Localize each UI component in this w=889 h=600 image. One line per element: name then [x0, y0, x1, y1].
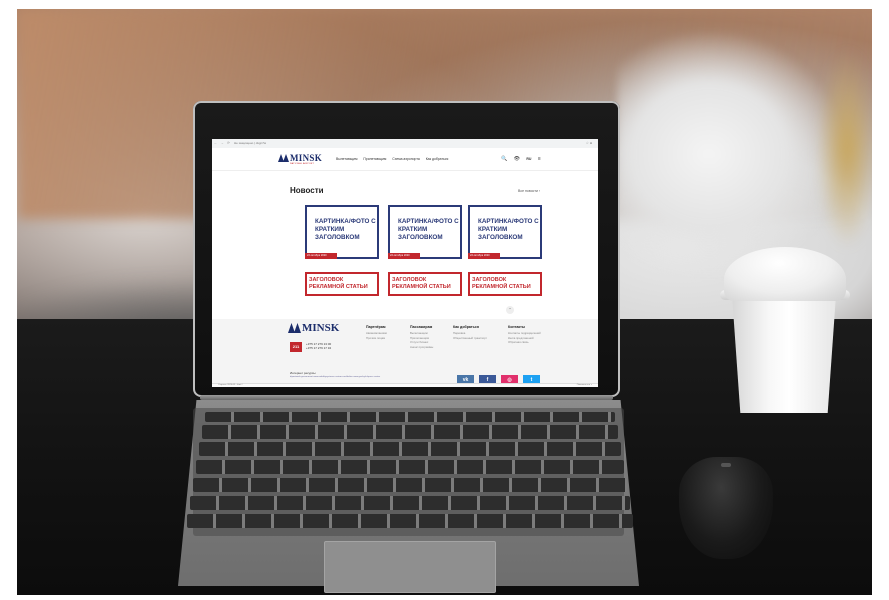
site-logo-subtitle: NATIONAL AIRPORT — [290, 163, 315, 165]
short-phone-badge: 211 — [290, 342, 302, 352]
key-row — [193, 478, 627, 492]
browser-profile-icon[interactable]: ☆ ● — [586, 141, 592, 145]
footer-col-partners: Партнёрам Авиакомпаниям Прочим лицам — [366, 325, 387, 340]
footer-link[interactable]: Общественный транспорт — [453, 336, 487, 341]
coffee-cup — [732, 295, 836, 413]
key-row — [202, 425, 618, 439]
ad-article-card[interactable]: ЗАГОЛОВОК РЕКЛАМНОЙ СТАТЬИ — [468, 272, 542, 296]
useful-resources-links[interactable]: dipnetwork.government www.mobilitysystem… — [290, 376, 380, 378]
footer-col-passengers: Пассажирам Вылетающим Прилетающим Услуги… — [410, 325, 433, 349]
blurred-white-object — [617, 29, 847, 279]
menu-icon[interactable]: ≡ — [538, 156, 541, 162]
ad-article-title: ЗАГОЛОВОК РЕКЛАМНОЙ СТАТЬИ — [392, 277, 451, 290]
key-row — [196, 460, 624, 474]
download-item[interactable]: Открыть 2020-05...html ^ — [218, 384, 243, 386]
touchpad — [324, 541, 496, 593]
browser-address-bar[interactable]: Не защищено | dsgn7w — [234, 141, 266, 145]
footer-link[interactable]: Авиакомпаниям — [366, 331, 387, 336]
footer-col-directions: Как добраться Парковка Общественный тран… — [453, 325, 487, 340]
ad-article-card[interactable]: ЗАГОЛОВОК РЕКЛАМНОЙ СТАТЬИ — [305, 272, 379, 296]
nav-item-airport-map[interactable]: Схема аэропорта — [392, 157, 419, 161]
news-section-title: Новости — [290, 186, 324, 195]
site-logo[interactable]: MINSK — [290, 153, 322, 163]
key-row — [199, 442, 621, 456]
footer-logo-icon — [288, 323, 301, 333]
scroll-top-button[interactable]: ⌃ — [506, 306, 514, 314]
footer-logo[interactable]: MINSK — [302, 322, 339, 334]
footer-link[interactable]: Анонс программы — [410, 345, 433, 350]
news-card-title: КАРТИНКА/ФОТО С КРАТКИМ ЗАГОЛОВКОМ — [478, 218, 539, 242]
laptop-hinge — [200, 395, 613, 400]
footer-link[interactable]: Прочим лицам — [366, 336, 387, 341]
browser-nav-buttons[interactable]: ← → ⟳ — [214, 141, 231, 145]
footer-phones: +375 17 279 13 00 +375 17 279 17 32 — [306, 342, 331, 350]
footer-link[interactable]: Обратная связь — [508, 340, 541, 345]
browser-download-bar: Открыть 2020-05...html ^ Показать все × — [212, 383, 598, 387]
news-card[interactable]: КАРТИНКА/ФОТО С КРАТКИМ ЗАГОЛОВКОМ 22 ок… — [388, 205, 462, 259]
news-card[interactable]: КАРТИНКА/ФОТО С КРАТКИМ ЗАГОЛОВКОМ 22 ок… — [468, 205, 542, 259]
ad-article-card[interactable]: ЗАГОЛОВОК РЕКЛАМНОЙ СТАТЬИ — [388, 272, 462, 296]
news-card[interactable]: КАРТИНКА/ФОТО С КРАТКИМ ЗАГОЛОВКОМ 22 ок… — [305, 205, 379, 259]
accessibility-eye-icon[interactable]: 👁 — [514, 156, 520, 162]
header-tools: 🔍 👁 RU ≡ — [501, 156, 546, 162]
footer-col-contacts: Контакты Контакты подразделений Книга пр… — [508, 325, 541, 345]
airport-logo-icon — [278, 154, 289, 162]
key-row — [205, 412, 615, 422]
nav-item-arrivals[interactable]: Прилетающим — [363, 157, 386, 161]
key-row — [187, 514, 633, 528]
all-news-link[interactable]: Все новости › — [518, 189, 540, 193]
nav-item-departures[interactable]: Вылетающим — [336, 157, 357, 161]
mouse-scroll-wheel — [721, 463, 731, 467]
nav-item-directions[interactable]: Как добраться — [426, 157, 449, 161]
computer-mouse — [679, 457, 773, 559]
footer-col-heading: Партнёрам — [366, 325, 386, 329]
footer-col-heading: Пассажирам — [410, 325, 433, 329]
news-card-date: 22 октября 2020 — [468, 253, 500, 259]
news-card-date: 22 октября 2020 — [388, 253, 420, 259]
search-icon[interactable]: 🔍 — [501, 156, 507, 162]
blurred-plant — [817, 49, 872, 249]
news-card-title: КАРТИНКА/ФОТО С КРАТКИМ ЗАГОЛОВКОМ — [315, 218, 376, 242]
footer-link[interactable]: Контакты подразделений — [508, 331, 541, 336]
language-switch[interactable]: RU — [526, 157, 531, 161]
ad-article-title: ЗАГОЛОВОК РЕКЛАМНОЙ СТАТЬИ — [472, 277, 531, 290]
show-all-downloads[interactable]: Показать все × — [577, 384, 592, 386]
phone-number[interactable]: +375 17 279 17 32 — [306, 346, 331, 350]
footer-col-heading: Контакты — [508, 325, 525, 329]
news-card-date: 22 октября 2020 — [305, 253, 337, 259]
footer-col-heading: Как добраться — [453, 325, 479, 329]
main-nav: Вылетающим Прилетающим Схема аэропорта К… — [336, 157, 453, 161]
key-row — [190, 496, 630, 510]
laptop-screen: ← → ⟳ Не защищено | dsgn7w ☆ ● MINSK NAT… — [212, 139, 598, 387]
ad-article-title: ЗАГОЛОВОК РЕКЛАМНОЙ СТАТЬИ — [309, 277, 368, 290]
useful-resources-title: Интернет ресурсы — [290, 371, 316, 375]
news-card-title: КАРТИНКА/ФОТО С КРАТКИМ ЗАГОЛОВКОМ — [398, 218, 459, 242]
